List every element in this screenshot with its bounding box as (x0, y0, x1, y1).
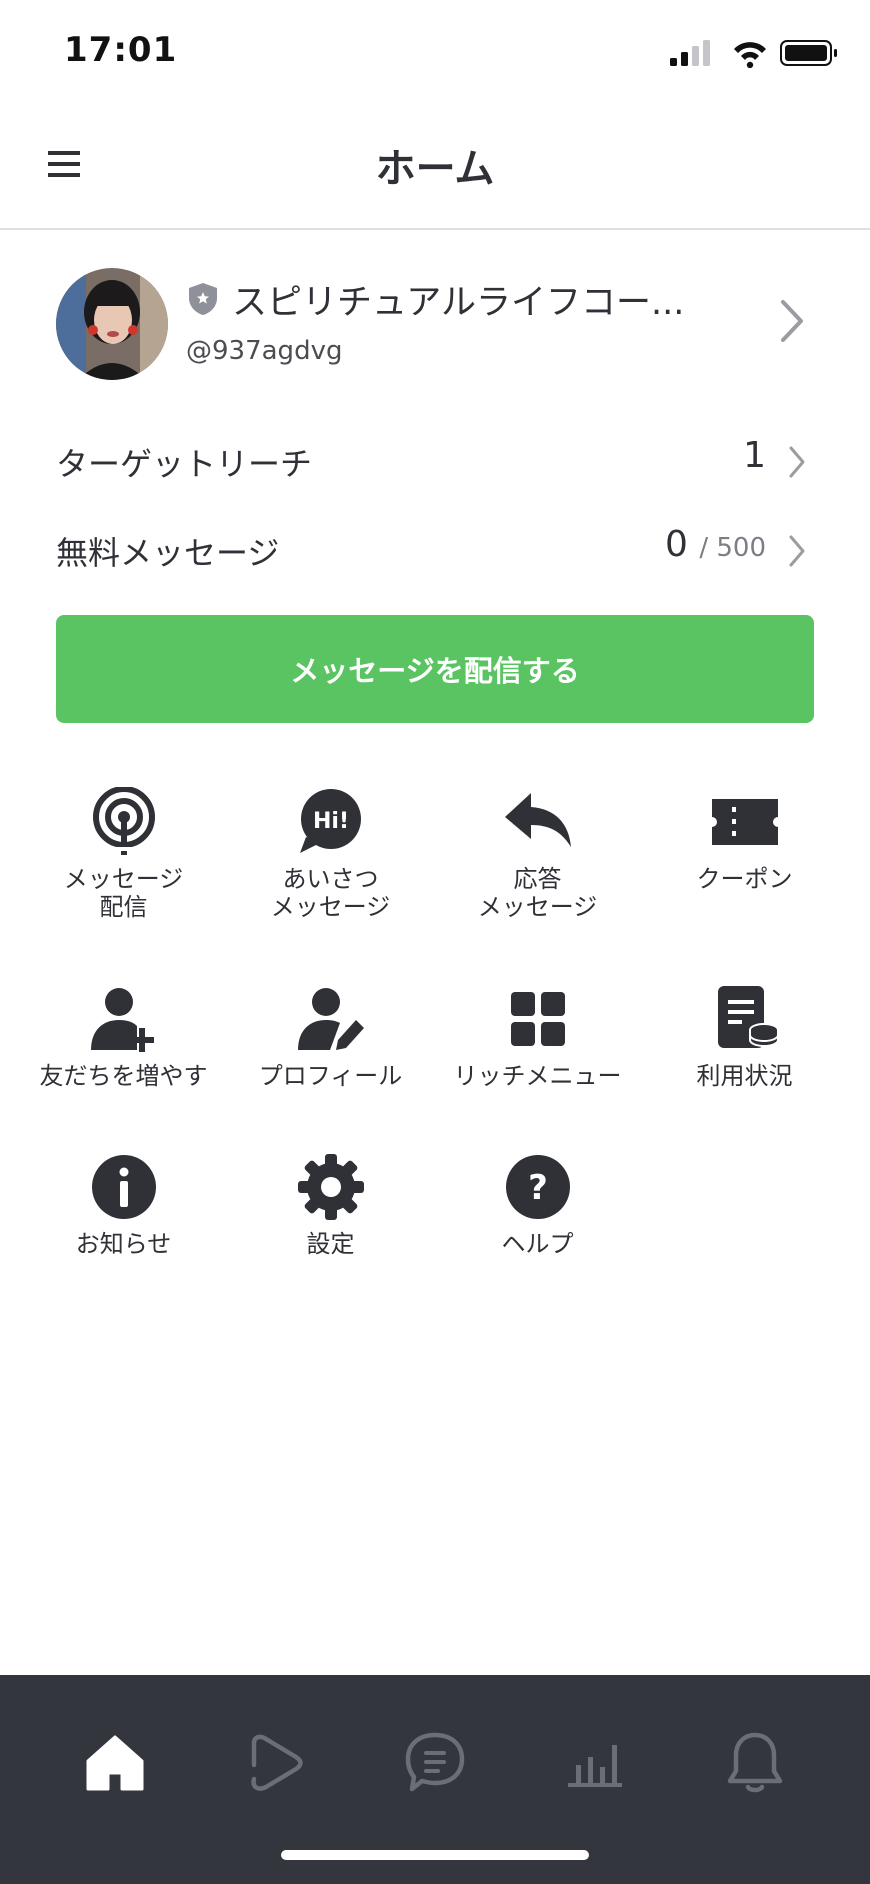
grid-label: メッセージ 配信 (63, 865, 184, 921)
grid-item-profile[interactable]: プロフィール (227, 984, 434, 1090)
header: ホーム (0, 100, 870, 230)
status-time: 17:01 (64, 30, 178, 70)
analytics-icon (568, 1745, 622, 1787)
account-id: @937agdvg (186, 336, 343, 366)
page-title: ホーム (375, 146, 495, 192)
grid-item-coupon[interactable]: クーポン (641, 787, 848, 893)
add-friend-icon (90, 988, 154, 1052)
grid-item-auto-reply[interactable]: 応答 メッセージ (434, 787, 641, 921)
target-reach-row[interactable]: ターゲットリーチ 1 (0, 427, 870, 497)
tab-notifications[interactable] (720, 1727, 790, 1797)
battery-icon (780, 40, 837, 66)
free-messages-label: 無料メッセージ (56, 534, 280, 572)
coupon-ticket-icon (711, 799, 778, 845)
grid-label: プロフィール (258, 1062, 403, 1090)
grid-label: 利用状況 (696, 1062, 793, 1090)
shield-badge-icon (188, 282, 218, 316)
wifi-icon (734, 42, 766, 69)
help-question-icon: ? (505, 1155, 570, 1219)
grid-item-add-friends[interactable]: 友だちを増やす (20, 984, 227, 1090)
account-name: スピリチュアルライフコー... (232, 283, 685, 323)
grid-item-notices[interactable]: お知らせ (20, 1152, 227, 1258)
grid-label: クーポン (696, 865, 793, 893)
grid-label: 応答 メッセージ (477, 865, 598, 921)
grid-item-settings[interactable]: 設定 (227, 1152, 434, 1258)
free-messages-limit: / 500 (699, 533, 766, 563)
tab-chat[interactable] (400, 1727, 470, 1797)
info-icon (91, 1155, 156, 1219)
grid-item-help[interactable]: ? ヘルプ (434, 1152, 641, 1258)
rich-menu-grid-icon (510, 992, 565, 1046)
timeline-play-icon (251, 1734, 303, 1791)
send-message-button[interactable]: メッセージを配信する (56, 615, 814, 723)
home-icon (86, 1735, 144, 1791)
grid-label: 設定 (306, 1230, 355, 1258)
signal-icon (670, 40, 710, 66)
grid-item-usage-status[interactable]: 利用状況 (641, 984, 848, 1090)
status-bar: 17:01 (0, 0, 870, 100)
tab-home[interactable] (80, 1727, 150, 1797)
target-reach-value: 1 (743, 435, 766, 476)
svg-text:?: ? (528, 1168, 548, 1208)
chevron-right-icon (778, 298, 806, 344)
account-profile-row[interactable]: スピリチュアルライフコー... @937agdvg (0, 268, 870, 382)
tab-timeline[interactable] (240, 1727, 310, 1797)
edit-profile-icon (297, 988, 364, 1050)
status-icons (670, 38, 840, 72)
chat-icon (405, 1732, 465, 1792)
avatar (56, 268, 168, 380)
svg-text:Hi!: Hi! (313, 809, 349, 834)
grid-item-message-broadcast[interactable]: メッセージ 配信 (20, 787, 227, 921)
grid-label: 友だちを増やす (39, 1062, 208, 1090)
grid-label: お知らせ (75, 1230, 172, 1258)
greeting-hi-icon: Hi! (299, 789, 361, 853)
chevron-right-icon (788, 534, 806, 568)
grid-label: リッチメニュー (453, 1062, 622, 1090)
grid-label: ヘルプ (501, 1230, 574, 1258)
broadcast-icon (92, 787, 155, 855)
home-indicator (281, 1850, 589, 1860)
free-messages-used: 0 (664, 524, 688, 565)
grid-item-greeting-message[interactable]: Hi! あいさつ メッセージ (227, 787, 434, 921)
grid-item-rich-menu[interactable]: リッチメニュー (434, 984, 641, 1090)
reply-arrow-icon (504, 793, 571, 847)
gear-icon (297, 1154, 364, 1220)
target-reach-label: ターゲットリーチ (56, 445, 313, 483)
tab-analytics[interactable] (560, 1727, 630, 1797)
free-messages-row[interactable]: 無料メッセージ 0 / 500 (0, 516, 870, 586)
usage-document-icon (717, 986, 779, 1048)
free-messages-value: 0 / 500 (665, 524, 766, 565)
chevron-right-icon (788, 445, 806, 479)
notification-bell-icon (727, 1732, 783, 1793)
grid-label: あいさつ メッセージ (270, 865, 391, 921)
